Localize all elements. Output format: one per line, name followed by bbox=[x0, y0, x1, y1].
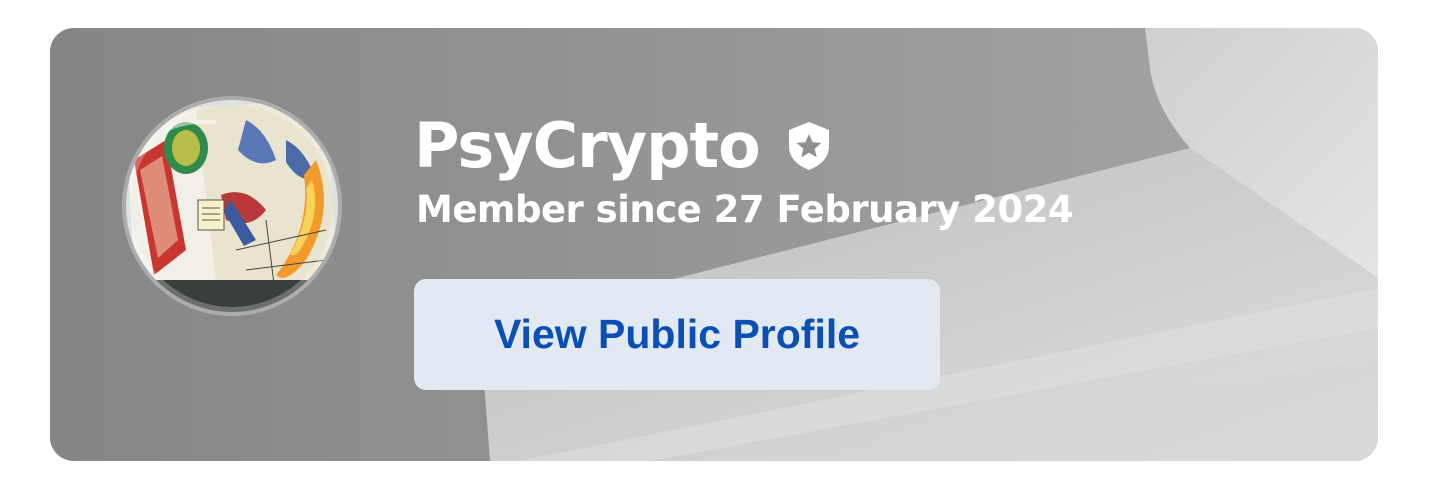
shield-star-icon bbox=[786, 120, 832, 172]
member-since-text: Member since 27 February 2024 bbox=[416, 188, 1074, 231]
view-public-profile-button[interactable]: View Public Profile bbox=[414, 279, 940, 390]
user-avatar[interactable] bbox=[126, 100, 338, 312]
avatar-comic-image bbox=[126, 100, 338, 312]
username: PsyCrypto bbox=[414, 109, 761, 182]
profile-banner-card: PsyCrypto Member since 27 February 2024 … bbox=[50, 28, 1378, 461]
view-public-profile-label: View Public Profile bbox=[493, 311, 861, 357]
username-row: PsyCrypto bbox=[414, 106, 832, 186]
